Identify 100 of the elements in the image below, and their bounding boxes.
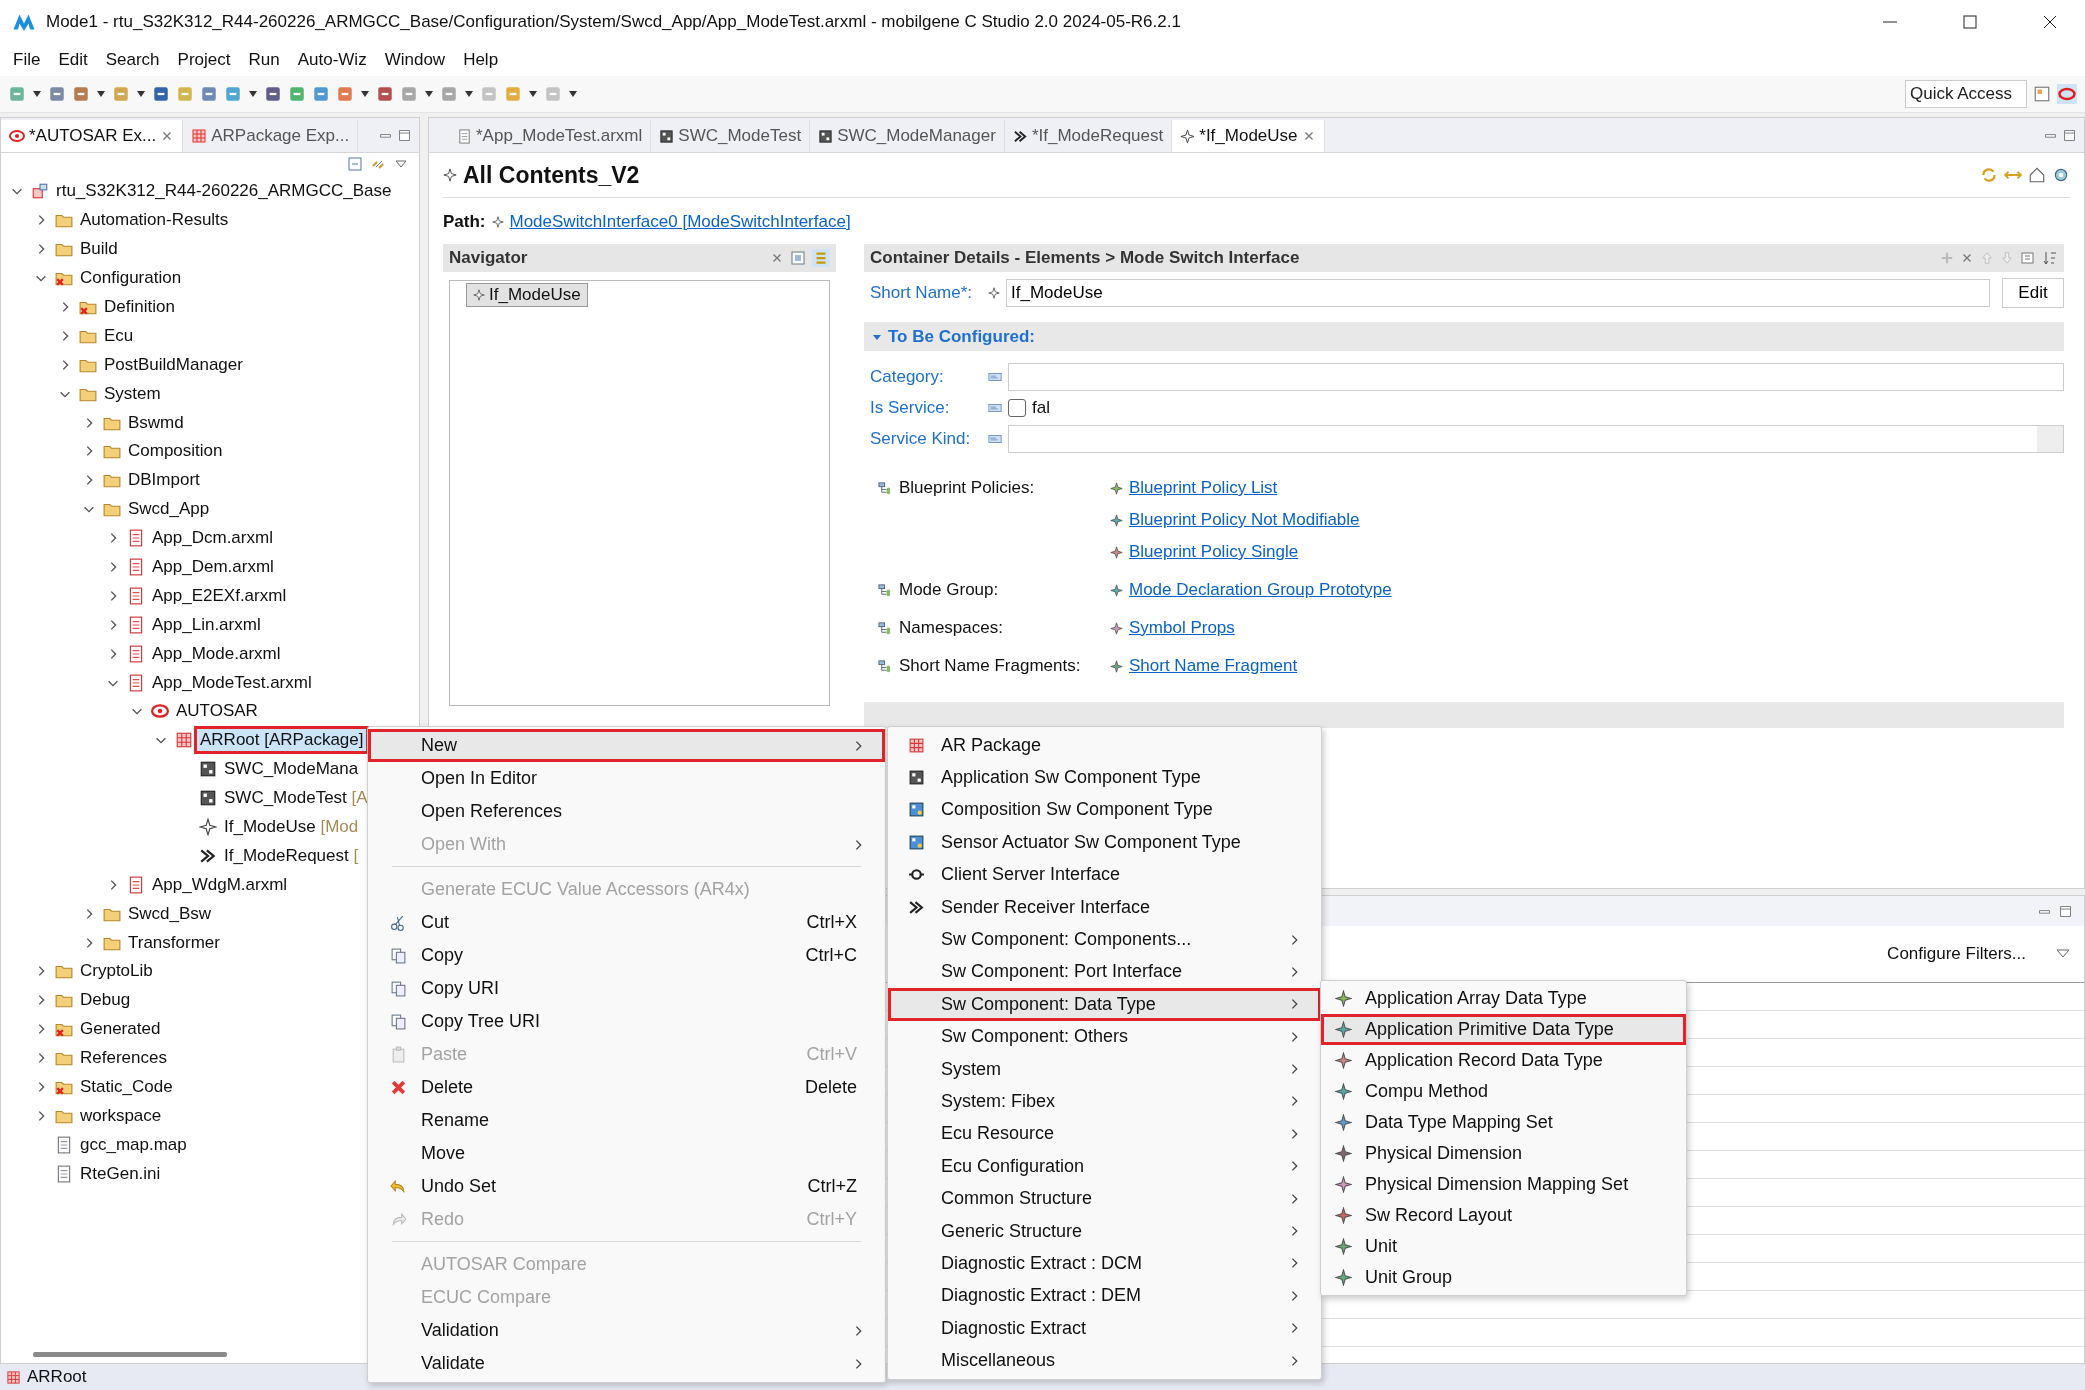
tree-item[interactable]: Automation-Results: [77, 209, 232, 232]
tree-item[interactable]: App_E2EXf.arxml: [149, 584, 290, 607]
menu-item[interactable]: Sensor Actuator Sw Component Type: [888, 826, 1321, 859]
menu-item[interactable]: Composition Sw Component Type: [888, 793, 1321, 827]
home-icon[interactable]: [2028, 166, 2046, 184]
path-link[interactable]: ModeSwitchInterface0 [ModeSwitchInterface]: [509, 212, 851, 232]
reference-link[interactable]: Short Name Fragment: [1129, 656, 1298, 676]
reference-link[interactable]: Mode Declaration Group Prototype: [1129, 580, 1392, 600]
menu-item[interactable]: System: Fibex: [888, 1085, 1321, 1118]
menu-item[interactable]: Window: [375, 50, 455, 70]
tree-item[interactable]: App_ModeTest.arxml: [149, 671, 315, 694]
tree-item[interactable]: PostBuildManager: [101, 353, 246, 376]
menu-item[interactable]: Diagnostic Extract : DEM: [888, 1279, 1321, 1313]
editor-tab[interactable]: *If_ModeUse: [1172, 120, 1325, 152]
menu-item[interactable]: Run: [239, 50, 289, 70]
tree-item[interactable]: ARRoot [ARPackage]: [197, 729, 367, 752]
tree-item[interactable]: Configuration: [77, 267, 185, 290]
menu-item[interactable]: Sw Component: Port Interface: [888, 955, 1321, 989]
editor-tab[interactable]: SWC_ModeManager: [810, 120, 1005, 152]
menu-item[interactable]: New: [368, 729, 885, 762]
edit-button[interactable]: Edit: [2002, 278, 2064, 308]
tree-item[interactable]: App_Lin.arxml: [149, 613, 264, 636]
tree-item[interactable]: Generated: [77, 1018, 164, 1041]
panel-tab[interactable]: ARPackage Exp...: [183, 120, 359, 152]
perspective-icon[interactable]: [2033, 85, 2051, 103]
tree-item[interactable]: AUTOSAR: [173, 700, 261, 723]
tree-item[interactable]: Composition: [125, 440, 226, 463]
menu-item[interactable]: Sw Component: Others: [888, 1020, 1321, 1053]
menu-item[interactable]: Unit Group: [1321, 1262, 1686, 1293]
menu-item[interactable]: Sw Component: Components...: [888, 923, 1321, 956]
menu-item[interactable]: Application Sw Component Type: [888, 761, 1321, 794]
tree-item[interactable]: App_Dcm.arxml: [149, 527, 276, 550]
menu-item[interactable]: File: [4, 50, 50, 70]
tree-item[interactable]: Definition: [101, 296, 178, 318]
menu-item[interactable]: Application Record Data Type: [1321, 1045, 1686, 1076]
menu-item[interactable]: Client Server Interface: [888, 858, 1321, 891]
menu-item[interactable]: Edit: [49, 50, 97, 70]
ring-icon[interactable]: [2057, 84, 2077, 104]
menu-item[interactable]: Auto-Wiz: [288, 50, 376, 70]
tree-item[interactable]: Transformer: [125, 931, 223, 954]
menu-item[interactable]: System: [888, 1052, 1321, 1086]
menu-item[interactable]: Sw Component: Data Type: [888, 988, 1321, 1021]
caret-icon[interactable]: [528, 90, 538, 98]
menu-item[interactable]: Validation: [368, 1314, 885, 1347]
tree-item[interactable]: Bswmd: [125, 411, 187, 434]
tree-item[interactable]: References: [77, 1047, 170, 1070]
tree-item[interactable]: Build: [77, 238, 121, 261]
menu-item[interactable]: Application Array Data Type: [1321, 983, 1686, 1014]
tree-item[interactable]: App_Dem.arxml: [149, 556, 277, 578]
menu-item[interactable]: Move: [368, 1137, 885, 1170]
editor-tab[interactable]: *App_ModeTest.arxml: [449, 120, 652, 152]
configure-filters-link[interactable]: Configure Filters...: [1887, 944, 2026, 964]
menu-item[interactable]: Open In Editor: [368, 762, 885, 795]
quick-access-field[interactable]: Quick Access: [1905, 80, 2027, 108]
menu-item[interactable]: Ecu Configuration: [888, 1150, 1321, 1183]
tree-item[interactable]: SWC_ModeTest [A: [221, 787, 371, 810]
menu-item[interactable]: Application Primitive Data Type: [1321, 1014, 1686, 1045]
tree-item[interactable]: System: [101, 382, 164, 405]
menu-item[interactable]: Rename: [368, 1104, 885, 1137]
tree-item[interactable]: App_WdgM.arxml: [149, 873, 291, 896]
checkbox[interactable]: [1008, 398, 1026, 417]
menu-item[interactable]: Delete Delete: [368, 1071, 885, 1104]
menu-item[interactable]: Unit: [1321, 1231, 1686, 1262]
menu-item[interactable]: Physical Dimension Mapping Set: [1321, 1169, 1686, 1200]
menu-item[interactable]: Sw Record Layout: [1321, 1200, 1686, 1231]
reference-link[interactable]: Blueprint Policy Not Modifiable: [1129, 510, 1360, 530]
tree-item[interactable]: Swcd_App: [125, 498, 213, 521]
reference-link[interactable]: Blueprint Policy Single: [1129, 542, 1299, 562]
caret-icon[interactable]: [424, 90, 434, 98]
caret-icon[interactable]: [360, 90, 370, 98]
tree-item[interactable]: Static_Code: [77, 1076, 176, 1099]
menu-item[interactable]: Validate: [368, 1347, 885, 1380]
caret-icon[interactable]: [464, 90, 474, 98]
tree-item[interactable]: Debug: [77, 989, 134, 1012]
menu-item[interactable]: Sender Receiver Interface: [888, 890, 1321, 924]
menu-item[interactable]: Physical Dimension: [1321, 1138, 1686, 1169]
tree-item[interactable]: rtu_S32K312_R44-260226_ARMGCC_Base: [53, 180, 395, 203]
category-field[interactable]: [1008, 362, 2064, 391]
tree-item[interactable]: SWC_ModeMana: [221, 758, 362, 781]
menu-item[interactable]: Copy URI: [368, 972, 885, 1005]
tree-item[interactable]: workspace: [77, 1104, 165, 1127]
tree-item[interactable]: App_Mode.arxml: [149, 642, 284, 665]
tree-item[interactable]: CryptoLib: [77, 960, 156, 983]
menu-item[interactable]: Undo Set Ctrl+Z: [368, 1170, 885, 1203]
menu-item[interactable]: AR Package: [888, 729, 1321, 762]
tree-item[interactable]: Ecu: [101, 324, 137, 347]
panel-tab[interactable]: *AUTOSAR Ex...: [1, 120, 184, 152]
menu-item[interactable]: Copy Ctrl+C: [368, 939, 885, 972]
tree-item[interactable]: If_ModeRequest [: [221, 844, 362, 867]
editor-tab[interactable]: SWC_ModeTest: [651, 120, 811, 152]
caret-icon[interactable]: [32, 90, 42, 98]
caret-icon[interactable]: [96, 90, 106, 98]
scrollbar[interactable]: [33, 1351, 227, 1357]
tree-item[interactable]: If_ModeUse [Mod: [221, 816, 362, 839]
menu-item[interactable]: Ecu Resource: [888, 1117, 1321, 1151]
tree-item[interactable]: Swcd_Bsw: [125, 902, 215, 925]
navigator-item[interactable]: If_ModeUse: [466, 283, 588, 307]
caret-icon[interactable]: [136, 90, 146, 98]
menu-item[interactable]: Copy Tree URI: [368, 1005, 885, 1038]
menu-item[interactable]: Data Type Mapping Set: [1321, 1107, 1686, 1138]
